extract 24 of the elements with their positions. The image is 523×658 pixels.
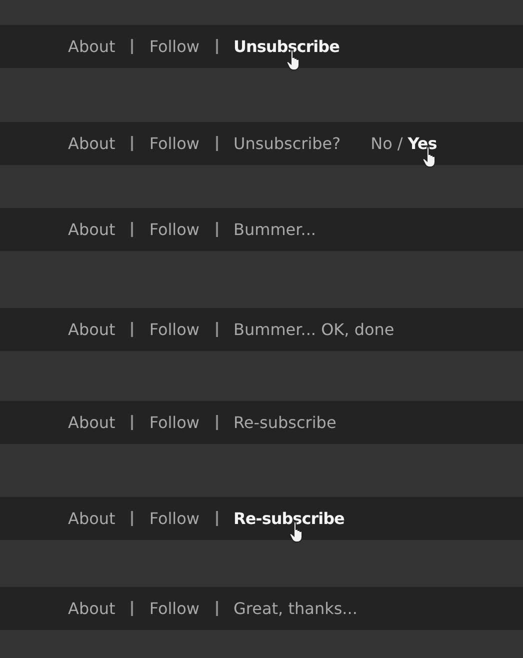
slash-separator: /	[397, 134, 403, 153]
nav-link[interactable]: Bummer...	[234, 220, 316, 239]
nav-link[interactable]: Re-subscribe	[234, 509, 344, 528]
nav-link[interactable]: Great, thanks...	[234, 599, 358, 618]
nav-link[interactable]: Bummer... OK, done	[234, 320, 394, 339]
nav-link[interactable]: About	[68, 320, 116, 339]
confirm-link[interactable]: No	[370, 134, 392, 153]
nav-link[interactable]: Follow	[149, 220, 200, 239]
nav-link[interactable]: About	[68, 134, 116, 153]
nav-link[interactable]: Follow	[149, 413, 200, 432]
nav-link[interactable]: About	[68, 413, 116, 432]
nav-link[interactable]: About	[68, 220, 116, 239]
nav-link[interactable]: About	[68, 599, 116, 618]
nav-link[interactable]: About	[68, 37, 116, 56]
nav-link[interactable]: Unsubscribe?	[234, 134, 341, 153]
confirm-link[interactable]: Yes	[408, 134, 437, 153]
nav-link[interactable]: Follow	[149, 320, 200, 339]
nav-link[interactable]: Follow	[149, 37, 200, 56]
nav-link[interactable]: Follow	[149, 509, 200, 528]
nav-link[interactable]: Re-subscribe	[234, 413, 336, 432]
nav-link[interactable]: Unsubscribe	[234, 37, 340, 56]
nav-link[interactable]: Follow	[149, 599, 200, 618]
nav-link[interactable]: Follow	[149, 134, 200, 153]
nav-link[interactable]: About	[68, 509, 116, 528]
